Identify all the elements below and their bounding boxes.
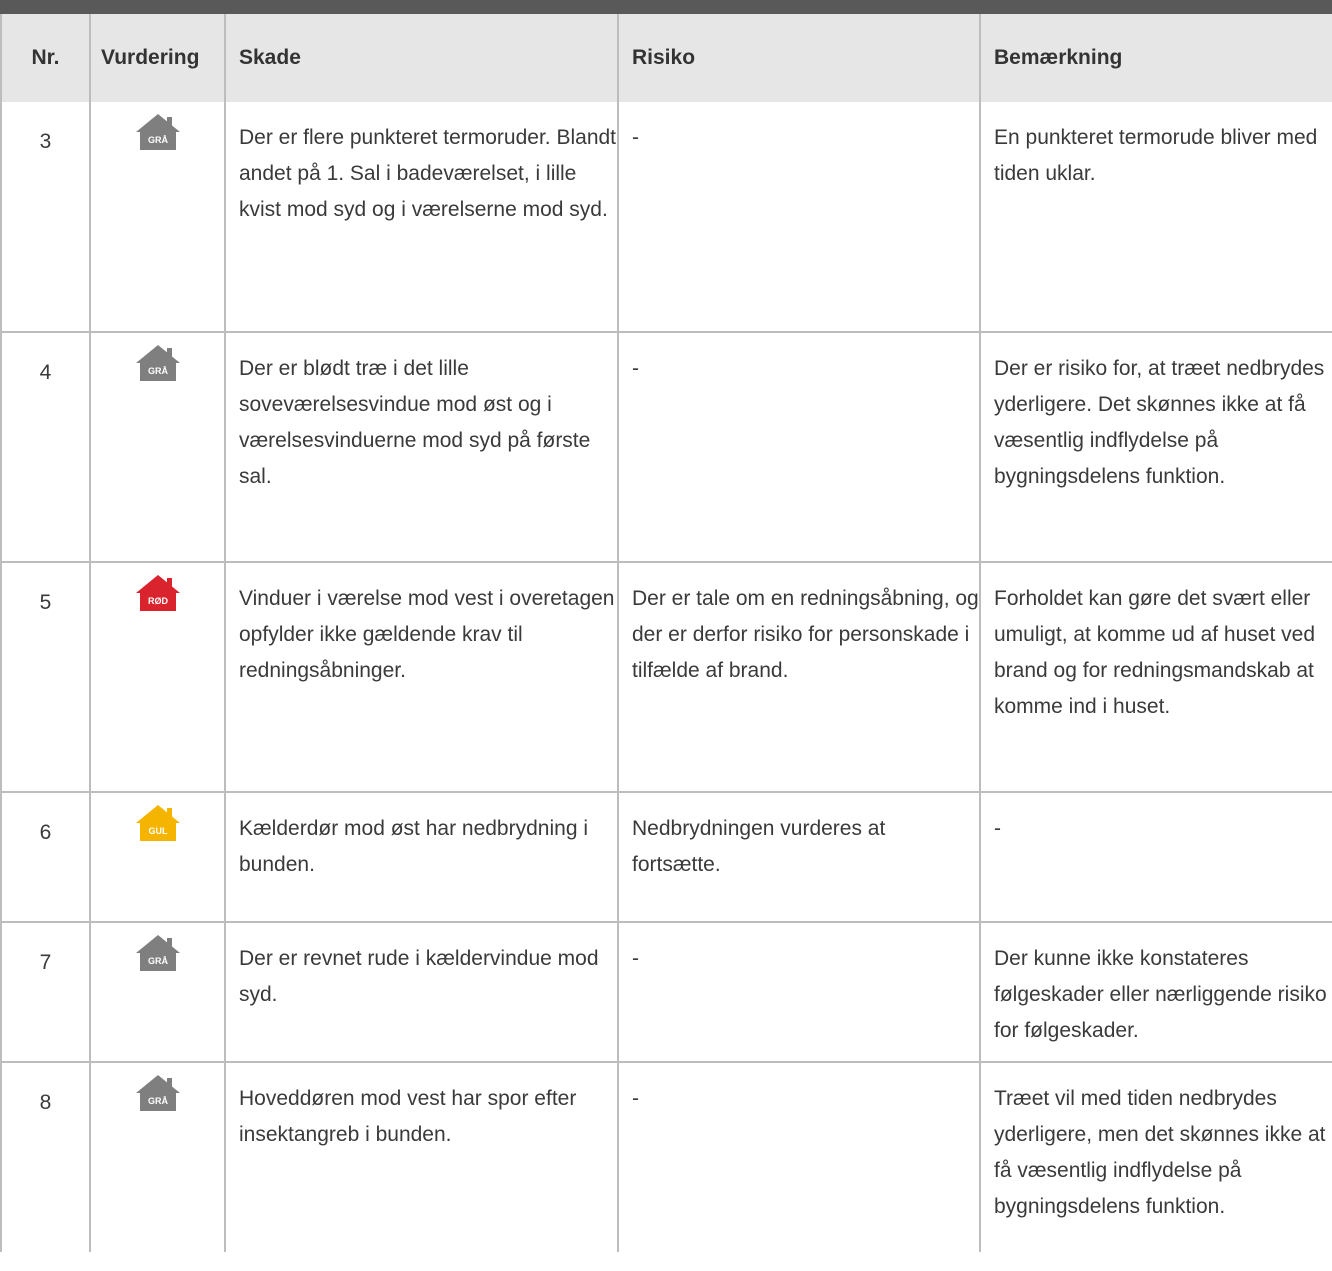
cell-bemaerkning: Der kunne ikke konstateres følgeskader e…	[979, 922, 1332, 1063]
cell-skade: Kælderdør mod øst har nedbrydning i bund…	[224, 792, 618, 923]
cell-risiko: -	[617, 102, 980, 333]
header-risiko: Risiko	[617, 14, 980, 102]
house-label: RØD	[148, 596, 169, 606]
cell-risiko: -	[617, 332, 980, 563]
house-rating-icon: GRÅ	[134, 112, 182, 152]
table-row: 6 GUL Kælderdør mod øst har nedbrydning i …	[0, 792, 1332, 923]
cell-bemaerkning: Træet vil med tiden nedbrydes yderligere…	[979, 1062, 1332, 1252]
house-rating-icon: GRÅ	[134, 933, 182, 973]
cell-skade: Der er flere punkteret termoruder. Bland…	[224, 102, 618, 333]
damage-table-container: Nr. Vurdering Skade Risiko Bemærkning 3 G…	[0, 14, 1332, 1252]
damage-table: Nr. Vurdering Skade Risiko Bemærkning 3 G…	[0, 14, 1332, 1252]
house-label: GRÅ	[148, 1096, 169, 1106]
house-label: GRÅ	[148, 135, 169, 145]
table-row: 4 GRÅ Der er blødt træ i det lille sovevær…	[0, 332, 1332, 563]
cell-skade: Vinduer i værelse mod vest i overetagen …	[224, 562, 618, 793]
header-skade: Skade	[224, 14, 618, 102]
house-rating-icon: GRÅ	[134, 343, 182, 383]
cell-vurdering: GRÅ	[89, 102, 225, 333]
house-rating-icon: GUL	[134, 803, 182, 843]
cell-vurdering: RØD	[89, 562, 225, 793]
table-header-row: Nr. Vurdering Skade Risiko Bemærkning	[0, 14, 1332, 102]
cell-bemaerkning: Forholdet kan gøre det svært eller umuli…	[979, 562, 1332, 793]
cell-nr: 3	[0, 102, 90, 333]
cell-risiko: -	[617, 922, 980, 1063]
table-row: 7 GRÅ Der er revnet rude i kældervindue mo…	[0, 922, 1332, 1063]
house-label: GRÅ	[148, 956, 169, 966]
house-rating-icon: RØD	[134, 573, 182, 613]
cell-nr: 4	[0, 332, 90, 563]
cell-skade: Hoveddøren mod vest har spor efter insek…	[224, 1062, 618, 1252]
cell-vurdering: GUL	[89, 792, 225, 923]
cell-risiko: Der er tale om en redningsåbning, og der…	[617, 562, 980, 793]
cell-nr: 7	[0, 922, 90, 1063]
cell-vurdering: GRÅ	[89, 922, 225, 1063]
house-label: GRÅ	[148, 366, 169, 376]
cell-skade: Der er revnet rude i kældervindue mod sy…	[224, 922, 618, 1063]
cell-bemaerkning: Der er risiko for, at træet nedbrydes yd…	[979, 332, 1332, 563]
house-rating-icon: GRÅ	[134, 1073, 182, 1113]
cell-nr: 8	[0, 1062, 90, 1252]
header-vurdering: Vurdering	[89, 14, 225, 102]
cell-risiko: -	[617, 1062, 980, 1252]
cell-vurdering: GRÅ	[89, 332, 225, 563]
top-bar	[0, 0, 1332, 14]
cell-nr: 5	[0, 562, 90, 793]
cell-nr: 6	[0, 792, 90, 923]
table-row: 8 GRÅ Hoveddøren mod vest har spor efter i…	[0, 1062, 1332, 1252]
header-bemaerkning: Bemærkning	[979, 14, 1332, 102]
header-nr: Nr.	[0, 14, 90, 102]
cell-bemaerkning: -	[979, 792, 1332, 923]
cell-skade: Der er blødt træ i det lille soveværelse…	[224, 332, 618, 563]
cell-bemaerkning: En punkteret termorude bliver med tiden …	[979, 102, 1332, 333]
cell-vurdering: GRÅ	[89, 1062, 225, 1252]
house-label: GUL	[148, 826, 168, 836]
table-row: 3 GRÅ Der er flere punkteret termoruder. B…	[0, 102, 1332, 333]
table-row: 5 RØD Vinduer i værelse mod vest i overeta…	[0, 562, 1332, 793]
cell-risiko: Nedbrydningen vurderes at fortsætte.	[617, 792, 980, 923]
